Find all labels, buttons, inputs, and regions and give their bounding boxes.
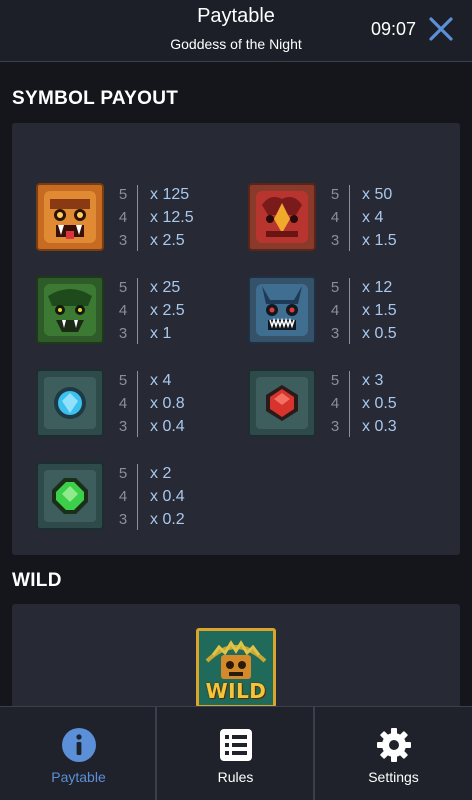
wild-heading: WILD [12, 570, 62, 591]
red-bird-mask-icon [248, 183, 316, 251]
divider [137, 464, 138, 530]
payout-5: x 125 [150, 186, 190, 203]
count-5: 5 [330, 279, 340, 296]
symbol-entry: 5 4 3 x 50 x 4 x 1.5 [248, 183, 448, 253]
symbol-entry: 5 4 3 x 25 x 2.5 x 1 [36, 276, 236, 346]
count-4: 4 [330, 209, 340, 226]
divider [349, 185, 350, 251]
payout-3: x 1 [150, 325, 172, 342]
symbol-entry: 5 4 3 x 2 x 0.4 x 0.2 [36, 462, 236, 532]
wild-symbol-label: WILD [205, 679, 267, 703]
info-icon [61, 728, 96, 762]
payout-4: x 12.5 [150, 209, 194, 226]
blue-demon-mask-icon [248, 276, 316, 344]
header: Paytable Goddess of the Night 09:07 [0, 0, 472, 62]
divider [349, 371, 350, 437]
symbol-entry: 5 4 3 x 12 x 1.5 x 0.5 [248, 276, 448, 346]
count-3: 3 [330, 232, 340, 249]
payout-4: x 0.4 [150, 488, 185, 505]
count-5: 5 [330, 186, 340, 203]
gear-icon [376, 728, 411, 762]
bottom-tab-bar: Paytable Rules Settings [0, 706, 472, 800]
payout-4: x 0.5 [362, 395, 397, 412]
count-3: 3 [118, 232, 128, 249]
count-3: 3 [118, 418, 128, 435]
payout-3: x 2.5 [150, 232, 185, 249]
count-3: 3 [330, 325, 340, 342]
list-icon [219, 729, 252, 761]
tab-rules[interactable]: Rules [157, 707, 314, 800]
tab-settings-label: Settings [368, 769, 419, 785]
count-5: 5 [118, 372, 128, 389]
count-5: 5 [118, 279, 128, 296]
red-gem-icon [248, 369, 316, 437]
count-4: 4 [118, 209, 128, 226]
count-4: 4 [118, 395, 128, 412]
payout-5: x 4 [150, 372, 172, 389]
payout-3: x 0.2 [150, 511, 185, 528]
divider [137, 185, 138, 251]
payout-5: x 2 [150, 465, 172, 482]
count-5: 5 [118, 186, 128, 203]
divider [349, 278, 350, 344]
count-4: 4 [118, 302, 128, 319]
close-button[interactable] [428, 16, 454, 42]
count-4: 4 [330, 302, 340, 319]
tab-paytable-label: Paytable [51, 769, 106, 785]
symbol-entry: 5 4 3 x 4 x 0.8 x 0.4 [36, 369, 236, 439]
blue-gem-icon [36, 369, 104, 437]
payout-5: x 12 [362, 279, 393, 296]
tab-paytable[interactable]: Paytable [0, 707, 157, 800]
count-3: 3 [118, 511, 128, 528]
symbol-entry: 5 4 3 x 125 x 12.5 x 2.5 [36, 183, 236, 253]
payout-3: x 0.4 [150, 418, 185, 435]
symbol-payout-heading: SYMBOL PAYOUT [12, 88, 179, 109]
green-serpent-mask-icon [36, 276, 104, 344]
payout-5: x 50 [362, 186, 393, 203]
divider [137, 371, 138, 437]
payout-5: x 3 [362, 372, 384, 389]
green-gem-icon [36, 462, 104, 530]
divider [137, 278, 138, 344]
clock-time: 09:07 [370, 19, 416, 39]
count-4: 4 [330, 395, 340, 412]
count-3: 3 [330, 418, 340, 435]
wild-symbol-icon: WILD [196, 628, 276, 708]
payout-4: x 4 [362, 209, 384, 226]
wild-panel: WILD [12, 604, 460, 714]
count-4: 4 [118, 488, 128, 505]
close-icon [429, 17, 453, 41]
payout-3: x 0.5 [362, 325, 397, 342]
symbol-entry: 5 4 3 x 3 x 0.5 x 0.3 [248, 369, 448, 439]
payout-4: x 2.5 [150, 302, 185, 319]
tab-settings[interactable]: Settings [315, 707, 472, 800]
count-5: 5 [118, 465, 128, 482]
payout-5: x 25 [150, 279, 181, 296]
count-3: 3 [118, 325, 128, 342]
symbol-payout-panel: 5 4 3 x 125 x 12.5 x 2.5 5 4 3 x 50 x 4 … [12, 123, 460, 555]
payout-4: x 1.5 [362, 302, 397, 319]
orange-jaguar-mask-icon [36, 183, 104, 251]
tab-rules-label: Rules [217, 769, 254, 785]
payout-4: x 0.8 [150, 395, 185, 412]
payout-3: x 1.5 [362, 232, 397, 249]
payout-3: x 0.3 [362, 418, 397, 435]
count-5: 5 [330, 372, 340, 389]
